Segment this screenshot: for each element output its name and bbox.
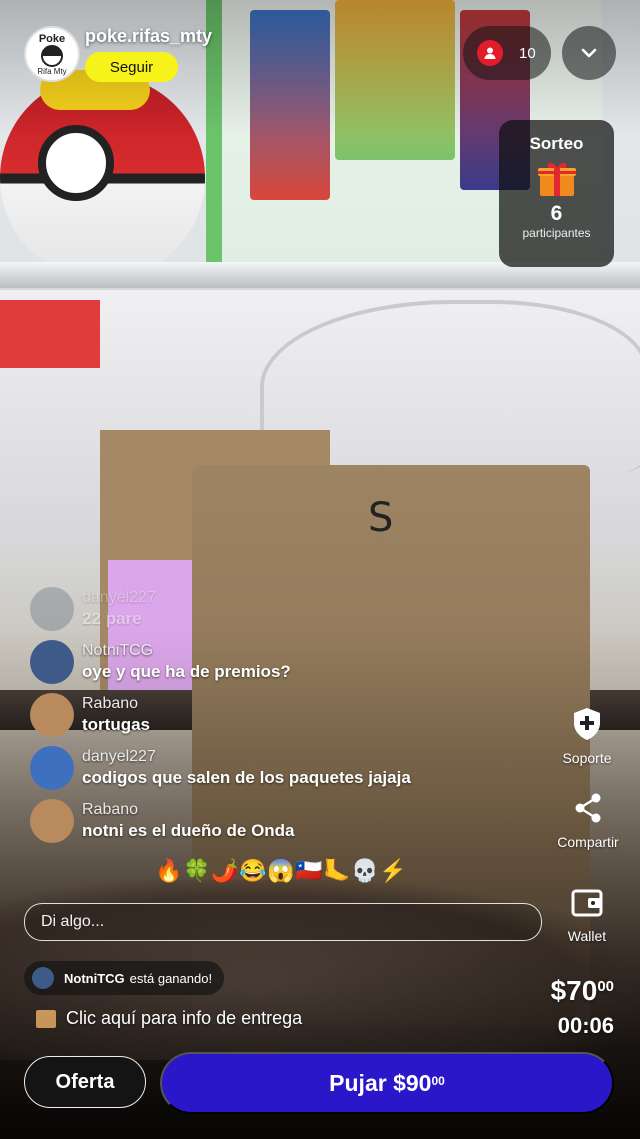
avatar-text: Rifa Mty — [37, 66, 67, 76]
reaction-skull[interactable]: 💀 — [351, 858, 378, 884]
share-button[interactable]: Compartir — [543, 790, 633, 850]
chat-username[interactable]: danyel227 — [82, 589, 156, 607]
chat-text: 22 pare — [82, 609, 142, 628]
follow-button[interactable]: Seguir — [85, 52, 178, 82]
winner-text: está ganando! — [129, 970, 213, 986]
reaction-bolt[interactable]: ⚡ — [379, 858, 406, 884]
delivery-info-text: Clic aquí para info de entrega — [66, 1008, 303, 1028]
chat-username[interactable]: danyel227 — [82, 748, 156, 766]
chat-username[interactable]: Rabano — [82, 801, 138, 819]
bid-label: Pujar $90 — [329, 1069, 432, 1096]
reaction-pepper[interactable]: 🌶️ — [211, 858, 238, 884]
gift-icon — [537, 158, 577, 198]
offer-button[interactable]: Oferta — [24, 1056, 146, 1108]
price-main: $70 — [550, 975, 598, 1006]
winning-bidder-banner: NotniTCG está ganando! — [24, 961, 225, 995]
reaction-flag[interactable]: 🇨🇱 — [295, 858, 322, 884]
participant-label: participantes — [522, 226, 591, 240]
chat-message: Rabano notni es el dueño de Onda — [30, 797, 500, 850]
viewer-count: 10 — [519, 44, 536, 62]
pokeball-icon — [41, 44, 63, 67]
reaction-scream[interactable]: 😱 — [267, 858, 294, 884]
reaction-bar: 🔥 🍀 🌶️ 😂 😱 🇨🇱 🦶 💀 ⚡ — [155, 858, 406, 884]
reaction-fire[interactable]: 🔥 — [155, 858, 182, 884]
streamer-avatar[interactable]: Poke Rifa Mty — [24, 26, 80, 82]
viewer-count-badge[interactable]: 10 — [463, 26, 551, 80]
avatar[interactable] — [30, 587, 74, 631]
share-icon — [570, 790, 606, 826]
support-label: Soporte — [562, 750, 612, 766]
comment-input[interactable]: Di algo... — [24, 903, 542, 941]
price-cents: 00 — [597, 978, 614, 995]
avatar[interactable] — [30, 799, 74, 843]
chat-text: tortugas — [82, 715, 150, 734]
chat-message: NotniTCG oye y que ha de premios? — [30, 638, 500, 691]
support-button[interactable]: Soporte — [555, 706, 619, 766]
winner-username: NotniTCG — [64, 970, 125, 986]
chat-list: danyel227 22 pare NotniTCG oye y que ha … — [30, 585, 500, 850]
wallet-label: Wallet — [567, 928, 607, 944]
avatar[interactable] — [30, 693, 74, 737]
shield-icon — [569, 706, 605, 742]
package-icon — [36, 1009, 56, 1028]
collapse-button[interactable] — [562, 26, 616, 80]
chat-text: oye y que ha de premios? — [82, 662, 291, 681]
wallet-button[interactable]: Wallet — [555, 884, 619, 944]
avatar-text: Poke — [38, 32, 66, 45]
reaction-laugh[interactable]: 😂 — [239, 858, 266, 884]
avatar[interactable] — [30, 640, 74, 684]
bid-button[interactable]: Pujar $90 00 — [160, 1052, 614, 1114]
chat-message: danyel227 codigos que salen de los paque… — [30, 744, 500, 797]
share-label: Compartir — [557, 834, 619, 850]
chevron-down-icon — [581, 48, 597, 58]
streamer-name[interactable]: poke.rifas_mty — [85, 26, 212, 47]
wallet-icon — [569, 884, 605, 920]
chat-text: notni es el dueño de Onda — [82, 821, 295, 840]
comment-placeholder: Di algo... — [41, 913, 105, 930]
participant-count: 6 — [550, 202, 563, 225]
giveaway-title: Sorteo — [529, 134, 584, 153]
delivery-info-link[interactable]: Clic aquí para info de entrega — [36, 1008, 302, 1029]
chat-username[interactable]: NotniTCG — [82, 642, 153, 660]
reaction-foot[interactable]: 🦶 — [323, 858, 350, 884]
chat-text: codigos que salen de los paquetes jajaja — [82, 768, 411, 787]
chat-message: danyel227 22 pare — [30, 585, 500, 638]
avatar — [32, 967, 54, 989]
chat-username[interactable]: Rabano — [82, 695, 138, 713]
user-icon — [477, 40, 503, 66]
bid-cents: 00 — [431, 1074, 445, 1088]
giveaway-card[interactable]: Sorteo 6 participantes — [499, 120, 614, 267]
current-price: $7000 — [551, 975, 614, 1007]
reaction-clover[interactable]: 🍀 — [183, 858, 210, 884]
auction-timer: 00:06 — [557, 1013, 614, 1038]
chat-message: Rabano tortugas — [30, 691, 500, 744]
avatar[interactable] — [30, 746, 74, 790]
